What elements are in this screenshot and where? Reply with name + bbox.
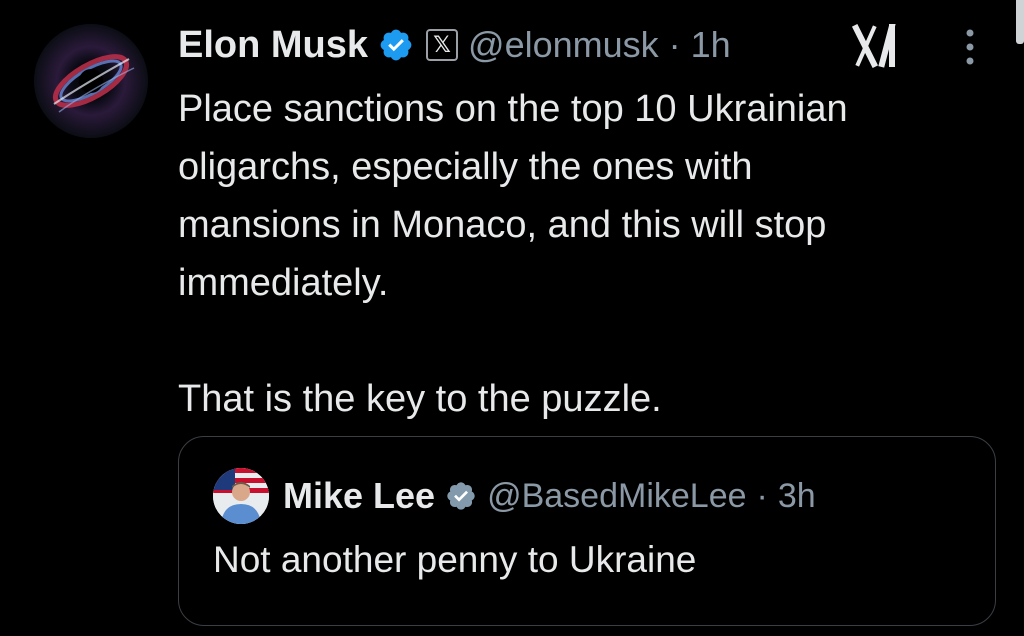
tweet[interactable]: Elon Musk 𝕏 @elonmusk · 1h Place sanctio… xyxy=(0,0,1024,636)
grok-icon[interactable] xyxy=(852,24,904,68)
author-name[interactable]: Elon Musk xyxy=(178,24,368,67)
separator-dot: · xyxy=(668,24,681,65)
quoted-tweet-time[interactable]: 3h xyxy=(778,477,816,516)
author-avatar[interactable] xyxy=(34,24,148,138)
verified-badge-icon[interactable] xyxy=(378,27,414,63)
gray-verified-badge-icon[interactable] xyxy=(445,480,477,512)
tweet-time[interactable]: 1h xyxy=(691,24,731,66)
quoted-author-avatar[interactable] xyxy=(213,468,269,524)
tweet-header: Elon Musk 𝕏 @elonmusk · 1h xyxy=(178,22,731,68)
quoted-author-handle[interactable]: @BasedMikeLee xyxy=(487,477,746,516)
black-hole-avatar-image xyxy=(34,24,148,138)
x-affiliate-badge-icon[interactable]: 𝕏 xyxy=(426,29,459,61)
quoted-tweet[interactable]: Mike Lee @BasedMikeLee · 3h Not another … xyxy=(178,436,996,626)
quoted-author-name[interactable]: Mike Lee xyxy=(283,475,435,517)
quoted-tweet-header: Mike Lee @BasedMikeLee · 3h xyxy=(213,467,816,525)
quoted-avatar-image xyxy=(213,468,269,524)
more-vertical-icon[interactable] xyxy=(958,26,982,68)
author-handle[interactable]: @elonmusk xyxy=(468,24,659,66)
quoted-separator-dot: · xyxy=(756,476,768,515)
tweet-text: Place sanctions on the top 10 Ukrainian … xyxy=(178,88,848,420)
quoted-tweet-text: Not another penny to Ukraine xyxy=(213,539,697,580)
scrollbar-thumb[interactable] xyxy=(1016,0,1024,44)
